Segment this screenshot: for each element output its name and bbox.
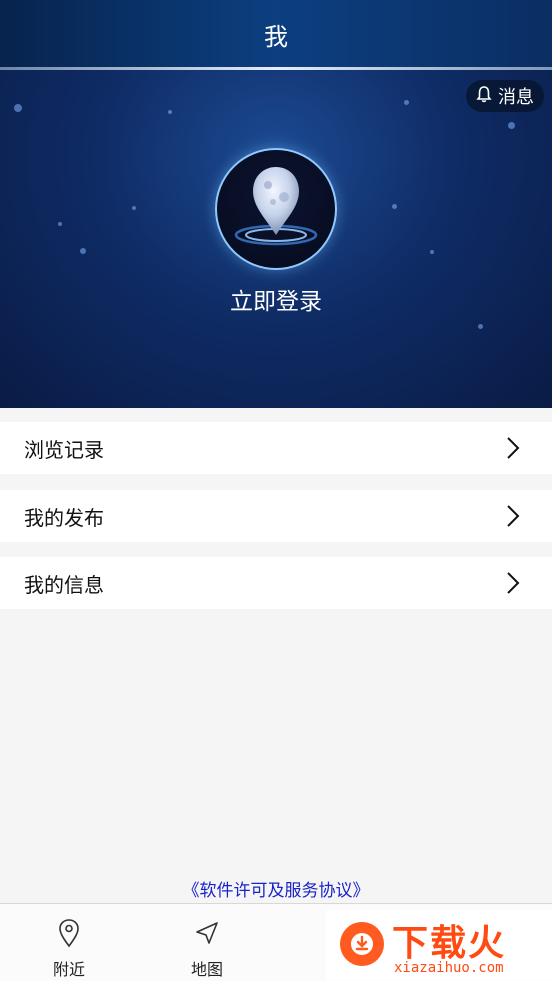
tab-label: 附近: [52, 960, 85, 979]
location-pin-icon: [57, 918, 81, 952]
page-title: 我: [264, 22, 288, 51]
star-decoration: [392, 204, 397, 209]
star-decoration: [80, 248, 86, 254]
menu-item-label: 浏览记录: [24, 437, 104, 462]
watermark-url: xiazaihuo.com: [394, 960, 504, 976]
license-agreement-link[interactable]: 《软件许可及服务协议》: [0, 876, 552, 901]
chevron-right-icon: [506, 436, 520, 464]
menu-item-browse-history[interactable]: 浏览记录: [0, 422, 552, 474]
tab-label: 地图: [190, 960, 223, 979]
star-decoration: [404, 100, 409, 105]
profile-hero: 消息 立即登录: [0, 70, 552, 408]
star-decoration: [508, 122, 515, 129]
tab-nearby[interactable]: 附近: [29, 918, 109, 979]
menu-item-my-posts[interactable]: 我的发布: [0, 490, 552, 542]
top-header: 我: [0, 0, 552, 68]
tab-map[interactable]: 地图: [167, 918, 247, 979]
menu-item-label: 我的信息: [24, 572, 104, 597]
bell-icon: [476, 85, 492, 108]
star-decoration: [58, 222, 62, 226]
moon-pin-logo-icon: [226, 157, 326, 261]
star-decoration: [168, 110, 172, 114]
messages-label: 消息: [498, 87, 534, 108]
menu-item-my-info[interactable]: 我的信息: [0, 557, 552, 609]
chevron-right-icon: [506, 504, 520, 532]
download-logo-icon: [340, 922, 384, 966]
star-decoration: [430, 250, 434, 254]
star-decoration: [132, 206, 136, 210]
menu-item-label: 我的发布: [24, 505, 104, 530]
star-decoration: [14, 104, 22, 112]
navigation-arrow-icon: [194, 918, 220, 952]
messages-button[interactable]: 消息: [466, 80, 544, 112]
avatar[interactable]: [215, 148, 337, 270]
watermark-overlay: 下载火 xiazaihuo.com: [326, 910, 552, 980]
login-link[interactable]: 立即登录: [0, 282, 552, 316]
chevron-right-icon: [506, 571, 520, 599]
watermark-title: 下载火: [392, 923, 507, 964]
star-decoration: [478, 324, 483, 329]
